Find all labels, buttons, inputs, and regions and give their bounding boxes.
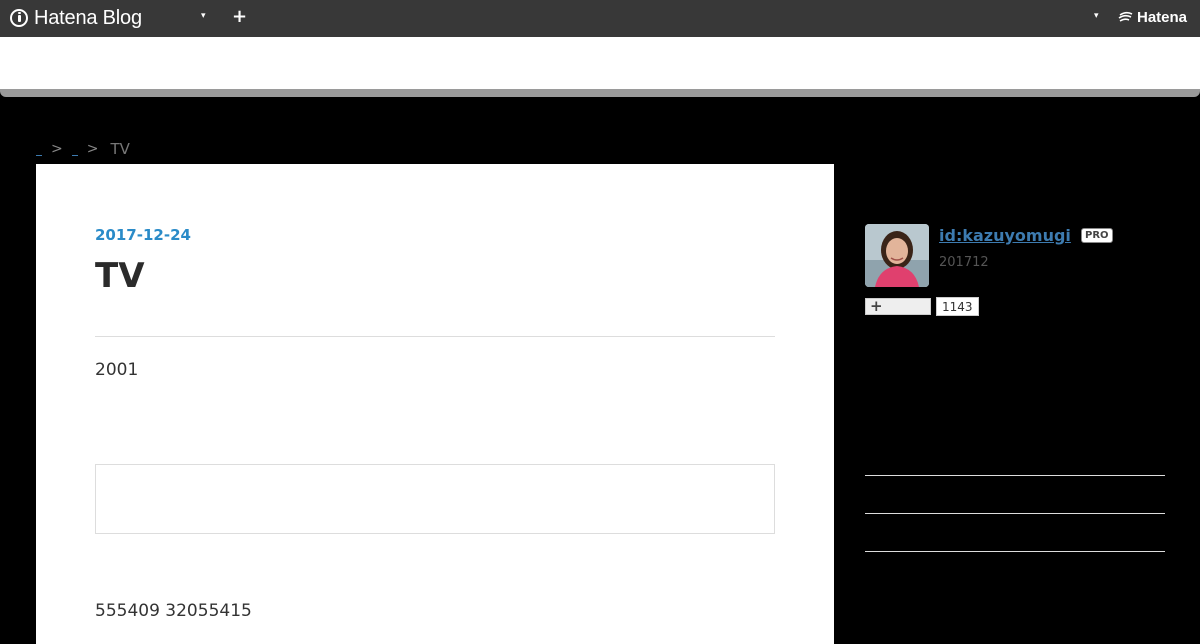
breadcrumb-home-link[interactable] — [36, 143, 42, 156]
follow-plus-icon: + — [870, 297, 883, 315]
member-since: 201712 — [939, 255, 989, 270]
hatena-home-link[interactable]: Hatena — [1118, 9, 1187, 26]
breadcrumb: > > TV — [33, 139, 130, 159]
article-card: 2017-12-24 TV 2001 555409 32055415 — [36, 164, 834, 644]
blog-menu-caret-icon[interactable]: ▾ — [201, 11, 206, 21]
user-id-link[interactable]: id:kazuyomugi — [939, 226, 1071, 245]
title-divider — [95, 336, 775, 337]
hatena-blog-logo-icon — [10, 9, 28, 27]
sidebar-divider — [865, 513, 1165, 514]
hatena-feather-icon — [1118, 11, 1133, 22]
breadcrumb-separator: > — [86, 141, 99, 157]
blog-title-area — [0, 37, 1200, 89]
follower-count: 1143 — [936, 297, 979, 316]
new-post-plus-icon[interactable]: + — [232, 6, 247, 27]
breadcrumb-current: TV — [110, 140, 130, 158]
hatena-blog-logo-text: Hatena Blog — [34, 6, 142, 29]
follow-button[interactable]: + — [865, 297, 931, 315]
avatar-photo — [865, 224, 929, 287]
embedded-content-box[interactable] — [95, 464, 775, 534]
sidebar-divider — [865, 475, 1165, 476]
entry-paragraph: 555409 32055415 — [95, 601, 252, 621]
header-divider — [0, 89, 1200, 97]
entry-paragraph: 2001 — [95, 360, 139, 380]
breadcrumb-category-link[interactable] — [71, 143, 78, 156]
sidebar-divider — [865, 551, 1165, 552]
pro-badge: PRO — [1081, 228, 1113, 243]
breadcrumb-separator: > — [51, 141, 63, 157]
hatena-brand-text: Hatena — [1137, 9, 1188, 26]
global-header: Hatena Blog ▾ + ▾ Hatena — [0, 0, 1200, 37]
avatar[interactable] — [865, 224, 929, 287]
hatena-blog-logo[interactable]: Hatena Blog — [10, 7, 142, 29]
entry-date-link[interactable]: 2017-12-24 — [95, 226, 191, 244]
entry-title[interactable]: TV — [95, 256, 145, 296]
user-menu-caret-icon[interactable]: ▾ — [1094, 11, 1099, 21]
